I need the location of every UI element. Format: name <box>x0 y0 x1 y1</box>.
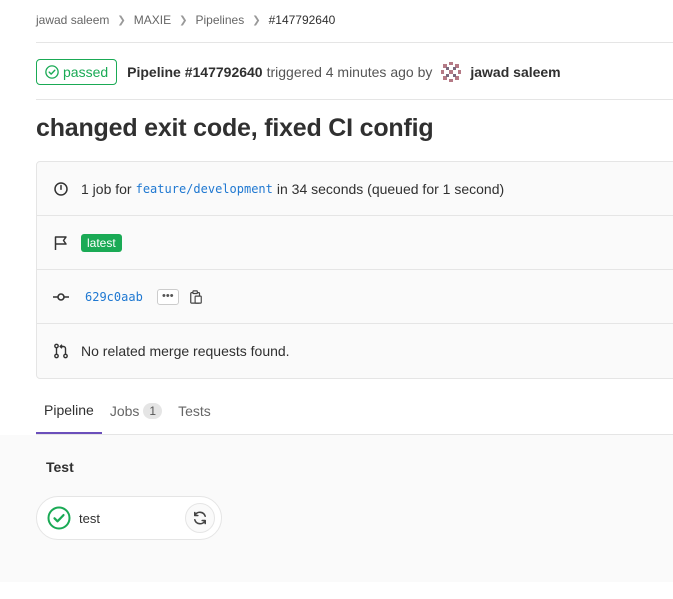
flag-icon <box>53 235 69 251</box>
check-circle-icon <box>45 65 59 79</box>
jobs-suffix: in 34 seconds (queued for 1 second) <box>276 180 505 197</box>
commit-row: 629c0aab ••• <box>37 270 673 324</box>
breadcrumb-pipelines[interactable]: Pipelines <box>196 13 245 27</box>
latest-badge: latest <box>81 233 122 252</box>
author-link[interactable]: jawad saleem <box>470 64 560 80</box>
pipeline-label: Pipeline #147792640 <box>127 64 263 80</box>
pipeline-header: passed Pipeline #147792640 triggered 4 m… <box>36 58 561 86</box>
tab-pipeline-label: Pipeline <box>44 402 94 418</box>
tab-tests[interactable]: Tests <box>170 388 219 434</box>
check-circle-icon <box>47 506 71 530</box>
chevron-right-icon: ❯ <box>117 14 126 26</box>
jobs-count-badge: 1 <box>143 403 163 419</box>
jobs-prefix: 1 job for <box>81 180 132 197</box>
commit-message-toggle-button[interactable]: ••• <box>156 288 179 305</box>
tab-tests-label: Tests <box>178 403 211 419</box>
divider <box>36 42 673 43</box>
divider <box>36 99 673 100</box>
merge-requests-text: No related merge requests found. <box>81 343 290 359</box>
job-item[interactable]: test <box>36 496 222 540</box>
page-title: changed exit code, fixed CI config <box>36 114 434 142</box>
status-label: passed <box>63 64 109 80</box>
pipeline-info-box: 1 job for feature/development in 34 seco… <box>36 161 673 379</box>
breadcrumb-project[interactable]: MAXIE <box>134 13 171 27</box>
badges-row: latest <box>37 216 673 270</box>
commit-icon <box>53 289 69 305</box>
status-badge[interactable]: passed <box>36 59 118 85</box>
triggered-text: triggered 4 minutes ago by <box>266 64 433 80</box>
duration-row: 1 job for feature/development in 34 seco… <box>37 162 673 216</box>
chevron-right-icon: ❯ <box>252 14 261 26</box>
tab-jobs-label: Jobs <box>109 403 140 419</box>
breadcrumb: jawad saleem ❯ MAXIE ❯ Pipelines ❯ #1477… <box>36 12 335 28</box>
retry-button[interactable] <box>185 503 215 533</box>
clock-icon <box>53 181 69 197</box>
branch-link[interactable]: feature/development <box>136 182 273 196</box>
pipeline-tabs: Pipeline Jobs 1 Tests <box>36 388 673 435</box>
avatar[interactable] <box>440 61 463 83</box>
tab-pipeline[interactable]: Pipeline <box>36 388 102 434</box>
clipboard-icon[interactable] <box>189 289 203 305</box>
breadcrumb-user[interactable]: jawad saleem <box>36 13 109 27</box>
chevron-right-icon: ❯ <box>179 14 188 26</box>
breadcrumb-pipeline-id[interactable]: #147792640 <box>269 13 336 27</box>
job-name: test <box>79 510 100 526</box>
merge-requests-row: No related merge requests found. <box>37 324 673 378</box>
pipeline-graph: Test test <box>0 435 673 582</box>
merge-request-icon <box>53 343 69 359</box>
commit-sha-link[interactable]: 629c0aab <box>85 290 143 304</box>
tab-jobs[interactable]: Jobs 1 <box>102 388 170 434</box>
retry-icon <box>194 511 206 525</box>
stage-title: Test <box>46 459 74 475</box>
